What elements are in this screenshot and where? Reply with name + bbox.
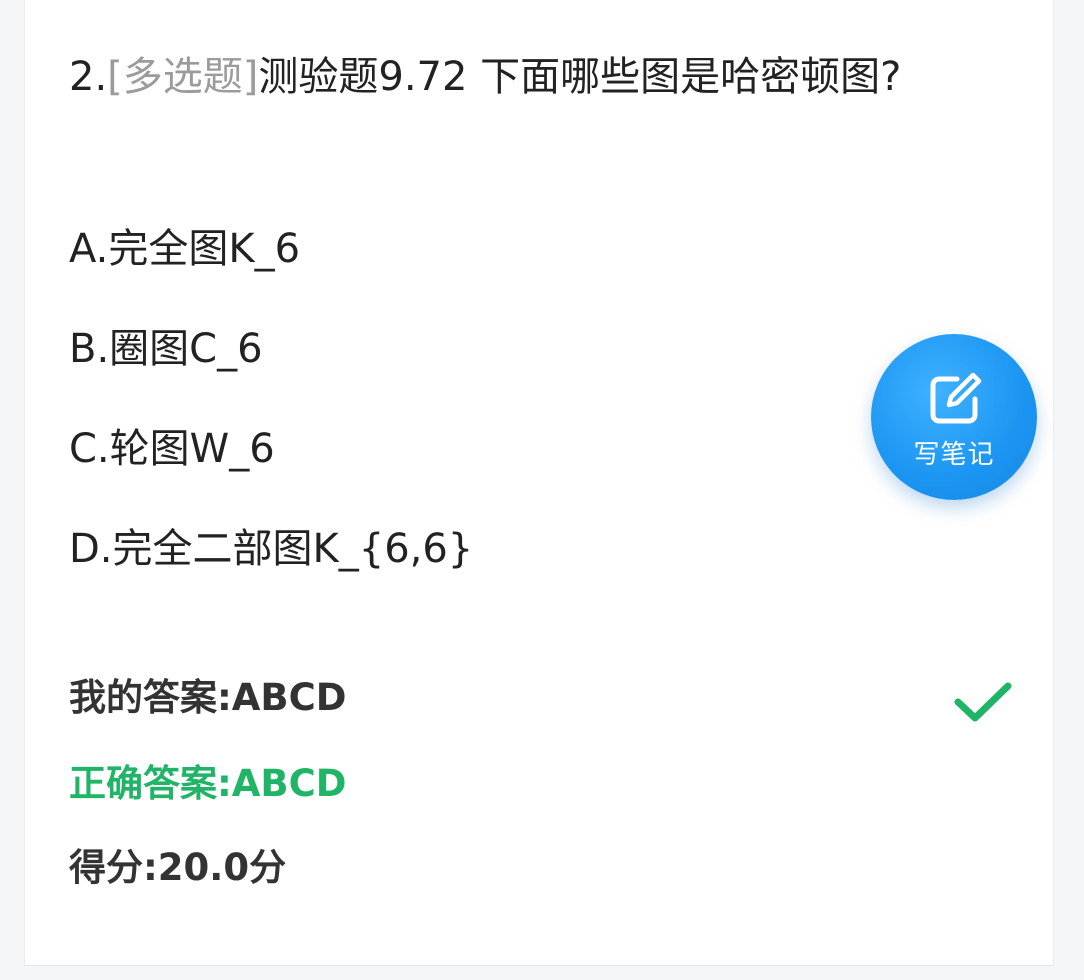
question-card: 2.[多选题]测验题9.72 下面哪些图是哈密顿图? A.完全图K_6 B.圈图… [24,0,1054,966]
correct-answer: 正确答案:ABCD [69,760,347,808]
score-value: 20.0分 [157,846,287,889]
check-icon [954,682,1012,722]
write-note-label: 写笔记 [913,440,995,470]
score-label: 得分: [69,846,158,889]
my-answer-value: ABCD [231,676,347,719]
option-list: A.完全图K_6 B.圈图C_6 C.轮图W_6 D.完全二部图K_{6,6} [69,224,473,624]
correct-answer-value: ABCD [231,762,347,805]
question-type-label: [多选题] [107,54,259,100]
edit-note-icon [930,372,982,424]
my-answer: 我的答案:ABCD [69,674,347,722]
option-b: B.圈图C_6 [69,326,263,372]
correct-answer-label: 正确答案: [69,762,232,805]
write-note-button[interactable]: 写笔记 [871,334,1037,500]
question-number: 2. [69,54,108,100]
option-d: D.完全二部图K_{6,6} [69,526,474,572]
my-answer-label: 我的答案: [69,676,232,719]
question-title: 2.[多选题]测验题9.72 下面哪些图是哈密顿图? [69,52,901,102]
option-c: C.轮图W_6 [69,426,275,472]
question-text: 测验题9.72 下面哪些图是哈密顿图? [258,54,902,100]
option-a: A.完全图K_6 [69,226,301,272]
score: 得分:20.0分 [69,844,286,892]
